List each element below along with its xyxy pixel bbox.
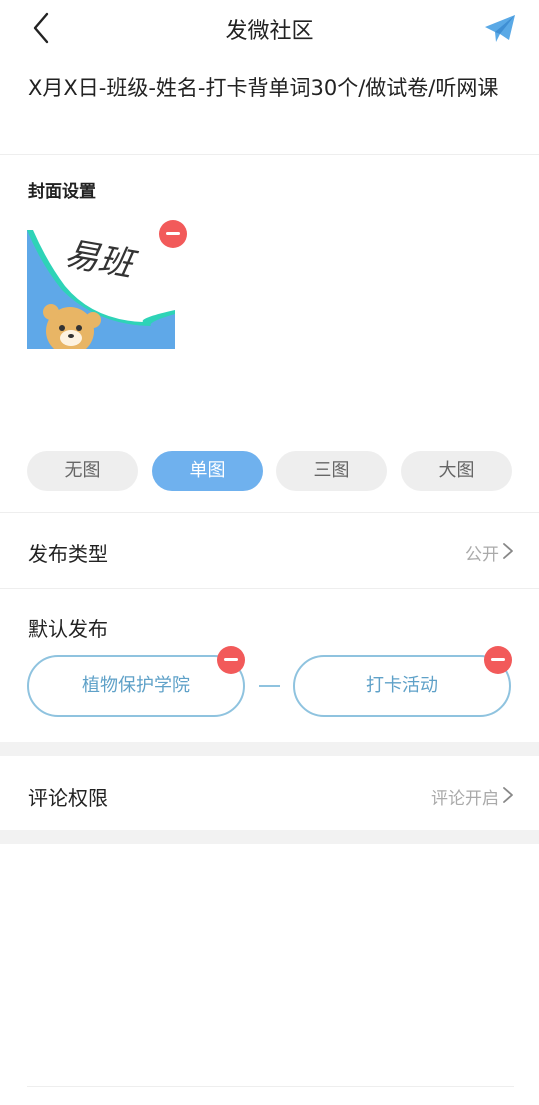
default-publish-label: 默认发布 (28, 617, 108, 641)
post-title-input[interactable]: X月X日-班级-姓名-打卡背单词30个/做试卷/听网课 (28, 74, 518, 103)
cover-mode-single-button[interactable]: 单图 (152, 451, 263, 491)
divider (0, 588, 539, 589)
cover-mode-three-button[interactable]: 三图 (276, 451, 387, 491)
divider (0, 154, 539, 155)
page-title: 发微社区 (225, 19, 314, 44)
remove-cover-button[interactable] (159, 220, 187, 248)
nav-bar: 发微社区 (0, 0, 539, 56)
cover-settings-label: 封面设置 (28, 182, 96, 202)
publish-tag-college[interactable]: 植物保护学院 (27, 655, 245, 717)
tag-separator (259, 685, 280, 687)
bottom-divider (27, 1086, 514, 1087)
chevron-right-icon (503, 543, 513, 559)
publish-type-value: 公开 (465, 545, 499, 565)
divider (0, 512, 539, 513)
cover-mode-none-button[interactable]: 无图 (27, 451, 138, 491)
remove-tag-checkin-button[interactable] (484, 646, 512, 674)
section-gap (0, 830, 539, 844)
comment-permission-value: 评论开启 (431, 789, 499, 809)
publish-tag-checkin[interactable]: 打卡活动 (293, 655, 511, 717)
cover-image-graphic: 易班 (27, 230, 175, 349)
cover-image[interactable]: 易班 (27, 230, 175, 349)
section-gap (0, 742, 539, 756)
remove-tag-college-button[interactable] (217, 646, 245, 674)
publish-type-label: 发布类型 (28, 542, 108, 566)
paper-plane-icon[interactable] (483, 12, 517, 44)
cover-mode-large-button[interactable]: 大图 (401, 451, 512, 491)
chevron-right-icon (503, 787, 513, 803)
comment-permission-label: 评论权限 (28, 786, 108, 810)
